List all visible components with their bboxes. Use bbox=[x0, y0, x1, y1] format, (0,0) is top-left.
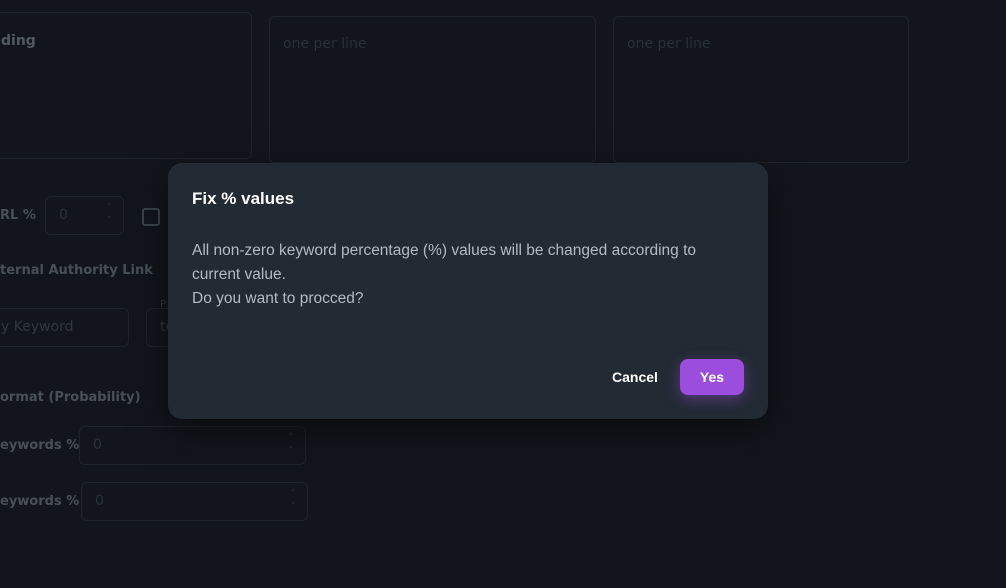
dialog-message: All non-zero keyword percentage (%) valu… bbox=[192, 239, 742, 311]
yes-button[interactable]: Yes bbox=[680, 359, 744, 395]
cancel-button[interactable]: Cancel bbox=[596, 359, 674, 395]
dialog-message-line-1: All non-zero keyword percentage (%) valu… bbox=[192, 242, 697, 283]
fix-percent-dialog: Fix % values All non-zero keyword percen… bbox=[168, 163, 768, 419]
dialog-title: Fix % values bbox=[192, 189, 295, 208]
dialog-message-line-2: Do you want to procced? bbox=[192, 290, 364, 307]
